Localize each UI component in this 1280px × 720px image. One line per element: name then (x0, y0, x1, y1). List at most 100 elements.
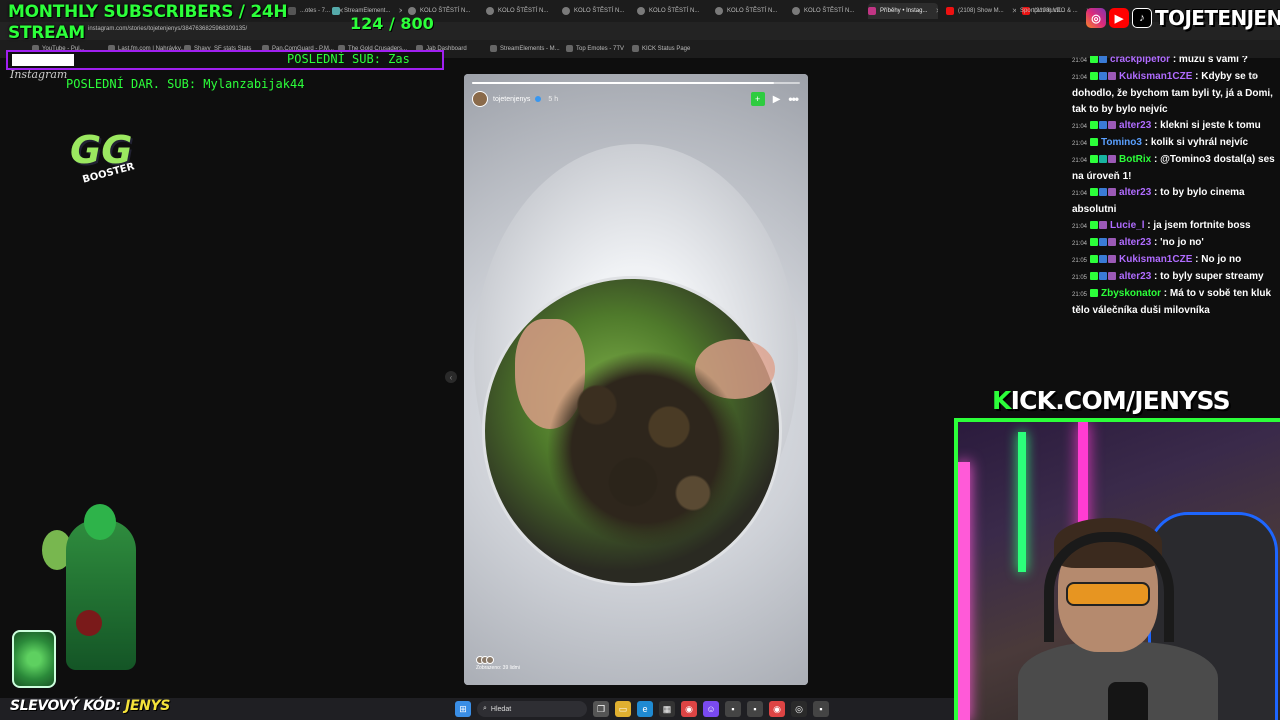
kick-url-label: KICK.COM/JENYSS (992, 386, 1231, 415)
chat-message: 21:05 Kukisman1CZE : No jo no (1066, 252, 1280, 269)
instagram-icon (868, 7, 876, 15)
browser-tab[interactable]: KOLO ŠTĚSTÍ N...✕ (486, 3, 556, 19)
neon-light (1018, 432, 1026, 572)
chat-username[interactable]: alter23 (1119, 237, 1151, 248)
story-actions: + ▶ ••• (750, 92, 799, 106)
story-username[interactable]: tojetenjenys (493, 96, 530, 103)
last-sub-text: POSLEDNÍ SUB: Zas (287, 52, 410, 66)
story-photo-dried-herbs (525, 339, 765, 559)
sub-badge-icon (1099, 272, 1108, 281)
chat-timestamp: 21:05 (1072, 292, 1088, 298)
gift-badge-icon (1108, 272, 1117, 281)
mod-badge-icon (1090, 289, 1099, 298)
chrome-icon[interactable]: ◉ (769, 701, 785, 717)
browser-tab[interactable]: Příběhy • Instag... ✕ (868, 3, 938, 19)
story-time: 5 h (548, 95, 559, 103)
gift-badge-icon (1108, 121, 1117, 130)
bookmark-label: StreamElements - M... (500, 45, 560, 52)
extension-icon[interactable]: + (750, 92, 765, 106)
sub-badge-icon (1099, 72, 1108, 81)
chat-text: : můžu s vámi ? (1170, 56, 1248, 65)
taskbar-search[interactable]: ⌕ Hledat (477, 701, 587, 717)
chat-username[interactable]: Lucie_l (1110, 220, 1144, 231)
search-icon: ⌕ (483, 705, 487, 712)
more-options-icon[interactable]: ••• (788, 92, 799, 106)
app-icon[interactable]: ▪ (813, 701, 829, 717)
instagram-story[interactable]: tojetenjenys 5 h + ▶ ••• Zobrazeno: 39 l… (464, 74, 808, 685)
story-viewers[interactable]: Zobrazeno: 39 lidmi (476, 656, 520, 671)
windows-icon[interactable]: ⊞ (455, 701, 471, 717)
browser-tab[interactable]: Sportovní kuch... (1020, 3, 1080, 19)
bookmark-icon (566, 45, 573, 52)
mod-badge-icon (1090, 272, 1099, 281)
instagram-logo[interactable]: Instagram (10, 68, 67, 81)
task-view-icon[interactable]: ❐ (593, 701, 609, 717)
chat-message: 21:04 alter23 : to by bylo cinema absolut… (1066, 185, 1280, 218)
youtube-icon (946, 7, 954, 15)
last-gift-sub-text: POSLEDNÍ DAR. SUB: Mylanzabijak44 (66, 77, 305, 91)
kick-k-letter: K (992, 386, 1011, 415)
chat-username[interactable]: Tomino3 (1101, 137, 1142, 148)
chat-text: : klekni si jeste k tomu (1151, 120, 1261, 131)
discord-icon[interactable]: ☺ (703, 701, 719, 717)
browser-tab[interactable]: (2108) Show M... ✕ (946, 3, 1016, 19)
tab-label: KOLO ŠTĚSTÍ N... (727, 8, 778, 14)
bookmark-item[interactable]: KICK Status Page (632, 45, 690, 52)
streamelements-icon (332, 7, 340, 15)
sub-badge-icon (1099, 255, 1108, 264)
chat-timestamp: 21:05 (1072, 275, 1088, 281)
browser-tab[interactable]: KOLO ŠTĚSTÍ N...✕ (792, 3, 862, 19)
edge-icon[interactable]: e (637, 701, 653, 717)
title-line-1: MONTHLY SUBSCRIBERS / 24H (8, 2, 288, 22)
kolo-icon (486, 7, 494, 15)
chat-username[interactable]: Kukisman1CZE (1119, 254, 1192, 265)
chat-username[interactable]: crackpipefor (1110, 56, 1170, 65)
chat-timestamp: 21:04 (1072, 241, 1088, 247)
chat-username[interactable]: alter23 (1119, 271, 1151, 282)
tab-label: (2108) Show M... (958, 8, 1004, 14)
gift-badge-icon (1108, 238, 1117, 247)
chat-username[interactable]: alter23 (1119, 187, 1151, 198)
subs-counter: 124 / 800 (350, 14, 434, 33)
story-avatar[interactable] (472, 91, 488, 107)
file-explorer-icon[interactable]: ▭ (615, 701, 631, 717)
chat-timestamp: 21:04 (1072, 124, 1088, 130)
title-line-2: STREAM (8, 23, 85, 43)
gift-badge-icon (1108, 255, 1117, 264)
social-banner: ◎ ▶ ♪ TOJETENJENYS (1086, 6, 1280, 30)
browser-tab[interactable]: KOLO ŠTĚSTÍ N...✕ (637, 3, 707, 19)
close-tab-icon[interactable]: ✕ (935, 7, 938, 15)
close-tab-icon[interactable]: ✕ (1012, 7, 1016, 15)
mod-badge-icon (1090, 121, 1099, 130)
app-icon[interactable]: ▪ (747, 701, 763, 717)
close-icon[interactable]: ✕ (1250, 72, 1258, 83)
bookmark-label: Top Emotes - 7TV (576, 45, 625, 52)
bookmark-item[interactable]: StreamElements - M... (490, 45, 560, 52)
store-icon[interactable]: ▦ (659, 701, 675, 717)
browser-tab[interactable]: KOLO ŠTĚSTÍ N...✕ (562, 3, 632, 19)
mascot-body (66, 520, 136, 670)
app-icon[interactable]: ▪ (725, 701, 741, 717)
chat-message: 21:04 Tomino3 : kolik si vyhrál nejvíc (1066, 135, 1280, 152)
chat-username[interactable]: Kukisman1CZE (1119, 71, 1192, 82)
play-icon[interactable]: ▶ (773, 94, 781, 105)
chrome-icon[interactable]: ◉ (681, 701, 697, 717)
chat-timestamp: 21:04 (1072, 141, 1088, 147)
product-jar (12, 630, 56, 688)
chat-timestamp: 21:04 (1072, 158, 1088, 164)
chat-username[interactable]: alter23 (1119, 120, 1151, 131)
obs-icon[interactable]: ◎ (791, 701, 807, 717)
browser-tab[interactable]: KOLO ŠTĚSTÍ N...✕ (715, 3, 785, 19)
previous-story-arrow-icon[interactable]: ‹ (445, 371, 457, 383)
chat-username[interactable]: BotRix (1119, 154, 1151, 165)
bookmark-item[interactable]: Top Emotes - 7TV (566, 45, 624, 52)
chat-username[interactable]: Zbyskonator (1101, 288, 1161, 299)
kolo-icon (637, 7, 645, 15)
gift-badge-icon (1108, 188, 1117, 197)
bookmark-label: KICK Status Page (642, 45, 691, 52)
page-icon (288, 7, 296, 15)
sub-badge-icon (1099, 121, 1108, 130)
chat-text: : 'no jo no' (1151, 237, 1204, 248)
chat-text: : kolik si vyhrál nejvíc (1141, 137, 1249, 148)
tab-label: KOLO ŠTĚSTÍ N... (804, 8, 855, 14)
